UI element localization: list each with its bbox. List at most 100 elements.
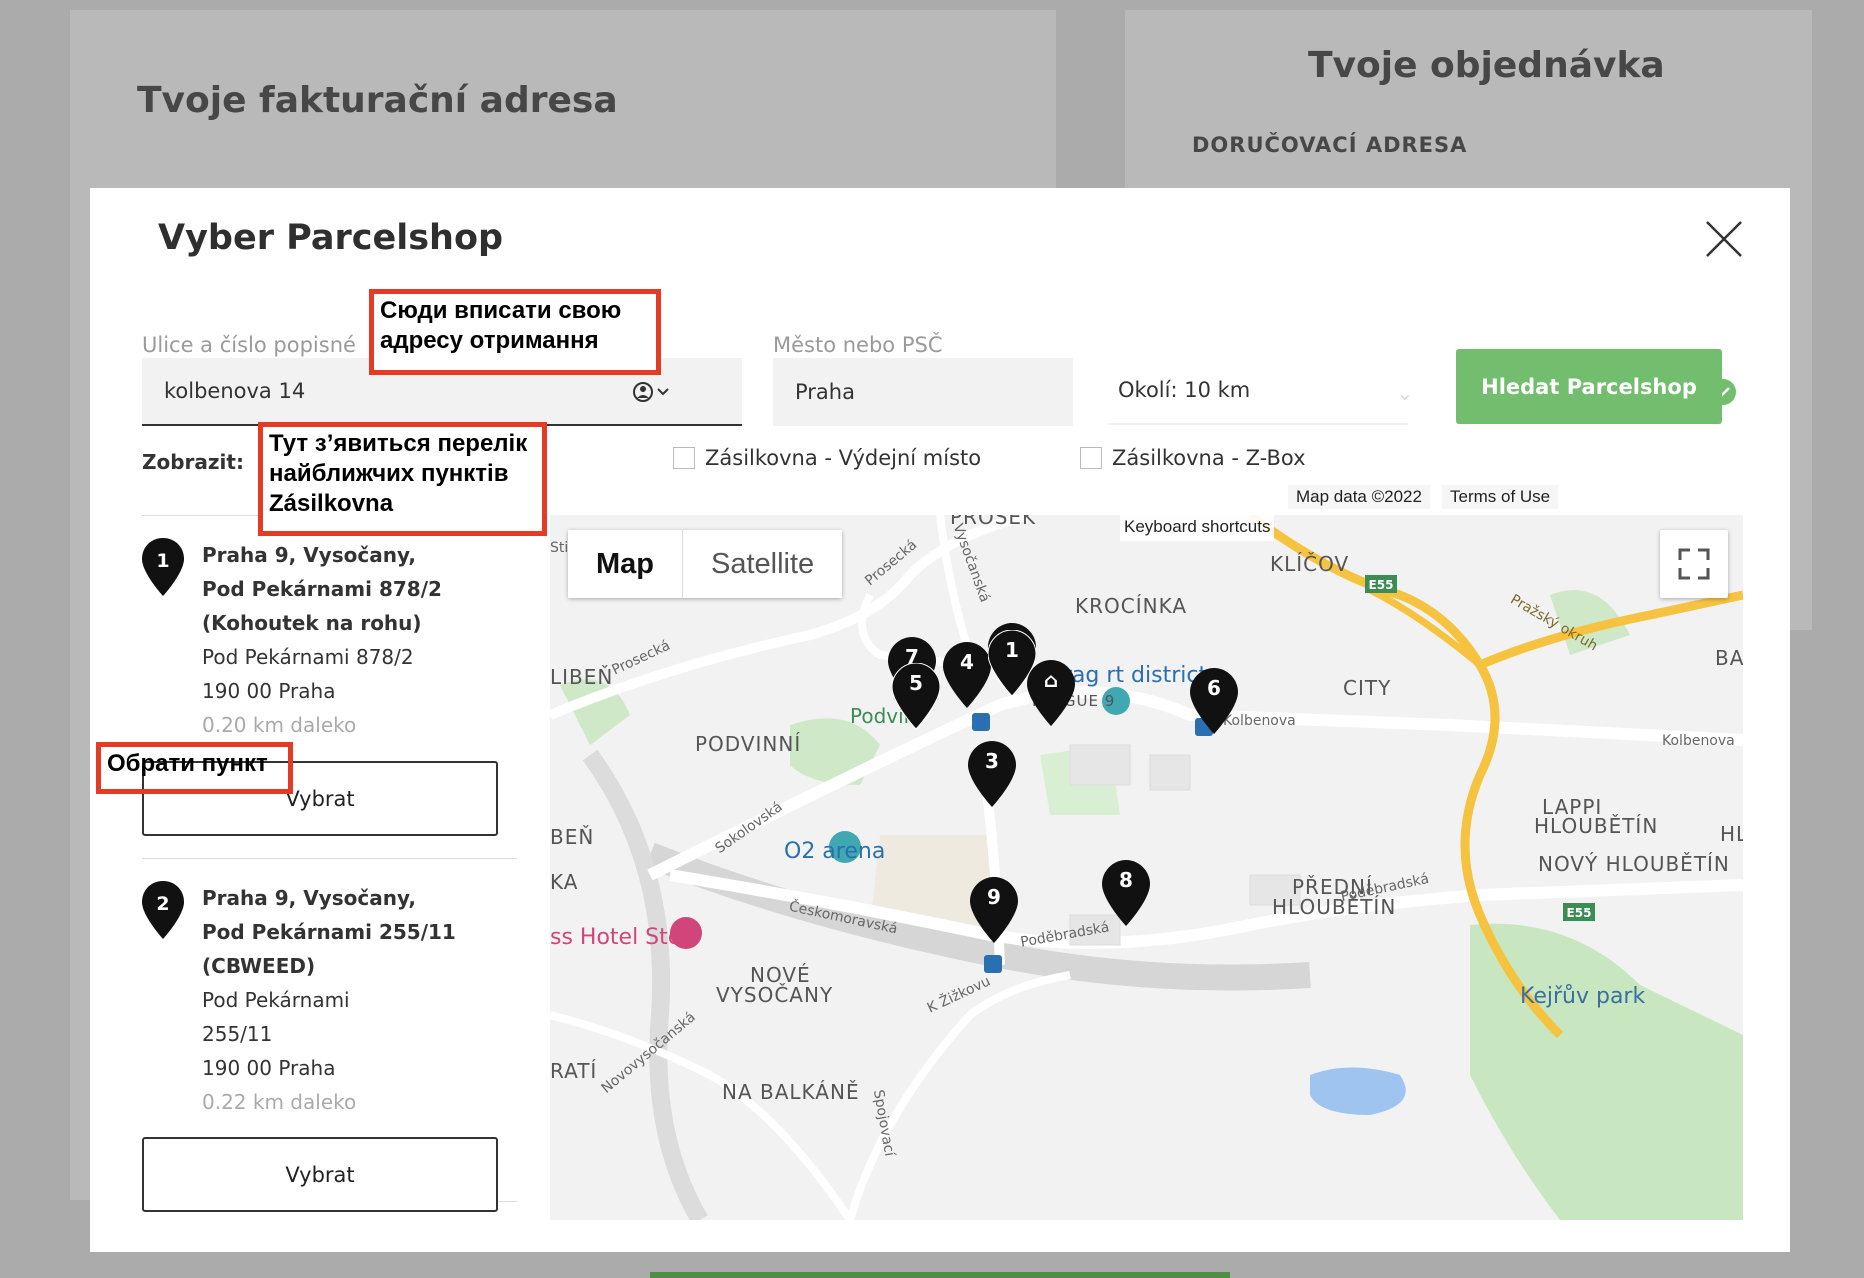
rail-corridor	[582, 749, 708, 1220]
shop-title-line: (Kohoutek na rohu)	[202, 611, 422, 635]
map-pin-icon: 1	[142, 538, 184, 596]
terms-link[interactable]: Terms of Use	[1442, 485, 1559, 509]
annotation-select: Обрати пункт	[96, 742, 293, 794]
map-pin-home[interactable]: ⌂	[1027, 660, 1075, 726]
filter-zbox[interactable]: Zásilkovna - Z-Box	[1080, 446, 1306, 470]
e55-label: E55	[1369, 578, 1394, 592]
map-label: HL	[1720, 822, 1743, 846]
map-pin-4[interactable]: 4	[943, 642, 991, 708]
shop-title-line: Pod Pekárnami 878/2	[202, 577, 442, 601]
map-label: Sti	[550, 540, 569, 556]
city-label: Město nebo PSČ	[773, 333, 943, 357]
pin-number: 3	[985, 749, 999, 773]
close-icon[interactable]	[1703, 218, 1745, 260]
shop-address-line: 190 00 Praha	[202, 1056, 336, 1080]
tab-satellite[interactable]: Satellite	[683, 530, 843, 598]
shop-title-line: Praha 9, Vysočany,	[202, 886, 417, 910]
billing-title: Tvoje fakturační adresa	[137, 80, 618, 121]
checkbox[interactable]	[673, 447, 695, 469]
fullscreen-button[interactable]	[1660, 530, 1728, 598]
map-label: NOVÝ HLOUBĚTÍN	[1538, 852, 1730, 876]
map-label: O2 arena	[784, 839, 886, 864]
map-label: KLÍČOV	[1270, 552, 1350, 576]
fullscreen-icon	[1678, 548, 1710, 580]
pin-number: 8	[1119, 868, 1133, 892]
tab-map[interactable]: Map	[568, 530, 683, 598]
list-item: 1 Praha 9, Vysočany, Pod Pekárnami 878/2…	[142, 516, 517, 859]
annotation-list: Тут з’явиться перелік найближчих пунктів…	[258, 422, 547, 536]
map-label: Kejřův park	[1520, 984, 1646, 1009]
map-label: BA	[1715, 646, 1743, 670]
map-pin-icon: 2	[142, 881, 184, 939]
map-pin-6[interactable]: 6	[1190, 668, 1238, 734]
annotation-address: Сюди вписати свою адресу отримання	[369, 289, 661, 375]
road	[550, 1011, 854, 1220]
parcelshop-list[interactable]: 1 Praha 9, Vysočany, Pod Pekárnami 878/2…	[142, 515, 517, 1215]
shop-title-line: Pod Pekárnami 255/11	[202, 920, 456, 944]
map-label: ss Hotel Step	[550, 925, 696, 950]
show-label: Zobrazit:	[142, 450, 244, 474]
shop-number: 1	[156, 550, 169, 572]
chevron-down-icon: ⌄	[1396, 381, 1414, 405]
city-field[interactable]: Praha	[773, 358, 1736, 426]
map-label: HLOUBĚTÍN	[1272, 895, 1397, 919]
map-label: LIBEŇ	[550, 665, 614, 689]
search-parcelshop-button[interactable]: Hledat Parcelshop	[1456, 349, 1722, 424]
pin-number: 1	[1005, 638, 1019, 662]
highway	[1368, 586, 1483, 668]
map-label: KROCÍNKA	[1075, 594, 1188, 618]
map-label: HLOUBĚTÍN	[1534, 814, 1659, 838]
shop-distance: 0.22 km daleko	[202, 1090, 357, 1114]
map-label: PODVINNÍ	[695, 732, 802, 756]
map-pin-9[interactable]: 9	[970, 877, 1018, 943]
pin-number: 6	[1207, 676, 1221, 700]
home-icon: ⌂	[1043, 668, 1059, 692]
city-value: Praha	[795, 380, 855, 404]
shop-number: 2	[156, 893, 169, 915]
e55-label: E55	[1567, 906, 1592, 920]
filter-label: Zásilkovna - Z-Box	[1112, 446, 1306, 470]
map-data-credit: Map data ©2022	[1288, 485, 1430, 509]
map-label: RATÍ	[550, 1059, 598, 1083]
map-pin-8[interactable]: 8	[1102, 860, 1150, 926]
shop-address-line: Pod Pekárnami 878/2	[202, 645, 414, 669]
pin-number: 9	[987, 885, 1001, 909]
radius-value: Okolí: 10 km	[1118, 378, 1251, 402]
map-pin-5[interactable]: 5	[891, 662, 941, 730]
map[interactable]: E55 E55 PROSEK KLÍČOV KROCÍNKA LIBEŇ Pod…	[550, 515, 1743, 1220]
shop-title-line: Praha 9, Vysočany,	[202, 543, 417, 567]
shop-distance: 0.20 km daleko	[202, 713, 357, 737]
map-label: KA	[550, 870, 579, 894]
pond	[1310, 1067, 1406, 1115]
pin-number: 5	[909, 671, 923, 695]
contact-autofill-icon[interactable]	[632, 380, 674, 404]
map-type-toggle: Map Satellite	[568, 530, 843, 598]
filter-label: Zásilkovna - Výdejní místo	[705, 446, 982, 470]
train-icon	[984, 955, 1002, 973]
map-label: BEŇ	[550, 825, 595, 849]
shop-address-line: 190 00 Praha	[202, 679, 336, 703]
select-shop-button[interactable]: Vybrat	[142, 1137, 498, 1212]
shop-address-line: Pod Pekárnami	[202, 988, 350, 1012]
modal-title: Vyber Parcelshop	[158, 218, 504, 258]
building	[1069, 744, 1131, 786]
order-title: Tvoje objednávka	[1308, 45, 1665, 86]
continue-bar	[650, 1272, 1230, 1278]
delivery-heading: DORUČOVACÍ ADRESA	[1192, 133, 1468, 157]
keyboard-shortcuts-link[interactable]: Keyboard shortcuts	[1120, 513, 1275, 541]
metro-icon	[972, 713, 990, 731]
shop-address-line: 255/11	[202, 1022, 273, 1046]
list-item: 2 Praha 9, Vysočany, Pod Pekárnami 255/1…	[142, 859, 517, 1212]
filter-pickup-point[interactable]: Zásilkovna - Výdejní místo	[673, 446, 981, 470]
shop-title-line: (CBWEED)	[202, 954, 316, 978]
pin-number: 4	[960, 650, 974, 674]
street-label: Ulice a číslo popisné	[142, 333, 356, 357]
map-label: VYSOČANY	[716, 983, 834, 1007]
parcelshop-modal: Vyber Parcelshop Ulice a číslo popisné M…	[90, 188, 1790, 1252]
map-label: NA BALKÁNĚ	[722, 1080, 860, 1104]
checkbox[interactable]	[1080, 447, 1102, 469]
map-label: CITY	[1343, 676, 1392, 700]
map-pin-3[interactable]: 3	[968, 741, 1016, 807]
building	[1149, 754, 1191, 791]
radius-select[interactable]: Okolí: 10 km ⌄	[1108, 363, 1414, 425]
